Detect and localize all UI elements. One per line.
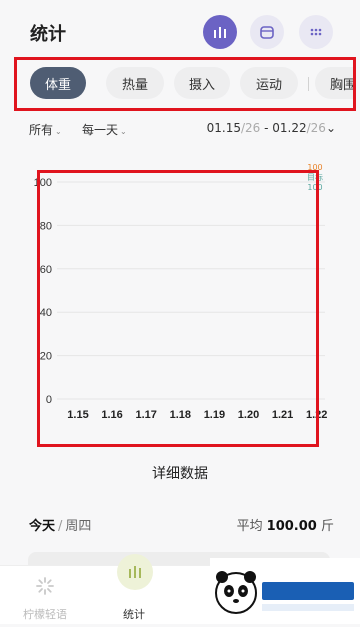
stats-view-button[interactable] [203,15,237,49]
detail-data-link[interactable]: 详细数据 [0,463,360,483]
x-tick-label: 1.15 [67,409,88,421]
y-tick-label: 0 [46,394,52,406]
calendar-icon [260,26,274,39]
today-label: 今天 / 周四 [29,519,92,534]
y-tick-label: 40 [40,307,52,319]
x-tick-label: 1.22 [306,409,327,421]
chevron-down-icon: ⌄ [55,127,62,136]
date-range-picker[interactable]: 01.15/26 - 01.22/26⌄ [207,121,336,135]
weight-chart: 0 20 40 60 80 100 1.15 1.16 1.17 1.18 1.19 1.20 1.2… [34,177,328,421]
calendar-view-button[interactable] [250,15,284,49]
app-header: 统计 [0,0,360,62]
tab-weight[interactable]: 体重 [30,67,86,99]
bar-chart-icon [214,27,226,38]
more-menu-button[interactable] [299,15,333,49]
tab-divider [308,77,309,91]
y-tick-label: 20 [40,351,52,363]
tab-exercise[interactable]: 运动 [240,67,298,99]
filter-bar: 所有 ⌄ 每一天 ⌄ 01.15/26 - 01.22/26⌄ [0,116,360,142]
period-dropdown[interactable]: 每一天 ⌄ [82,121,127,138]
tab-chest[interactable]: 胸围 [315,67,355,99]
tab-intake[interactable]: 摄入 [174,67,230,99]
y-tick-label: 60 [40,264,52,276]
panda-logo-icon [215,571,354,614]
chevron-down-icon: ⌄ [325,121,336,135]
x-tick-label: 1.21 [272,409,293,421]
bar-chart-icon [129,566,141,578]
tab-lemon-journal[interactable]: 柠檬轻语 [0,566,90,624]
x-tick-label: 1.19 [204,409,225,421]
x-tick-label: 1.18 [170,409,191,421]
scope-dropdown[interactable]: 所有 ⌄ [29,121,62,138]
x-tick-label: 1.16 [101,409,122,421]
grid-menu-icon [310,28,322,36]
summary-row: 今天 / 周四 平均 100.00 斤 [0,513,360,535]
sparkle-icon [36,577,54,595]
stats-tab-bubble [117,554,153,590]
watermark-logo [210,558,360,623]
tab-calories[interactable]: 热量 [106,67,164,99]
x-tick-label: 1.20 [238,409,259,421]
page-title: 统计 [30,24,66,45]
average-value: 平均 100.00 斤 [236,519,334,534]
x-tick-label: 1.17 [135,409,156,421]
chevron-down-icon: ⌄ [120,127,127,136]
metric-tab-bar: 体重 热量 摄入 运动 胸围 [15,58,355,110]
y-tick-label: 80 [40,220,52,232]
tab-statistics[interactable]: 统计 [89,554,179,624]
y-tick-label: 100 [34,177,52,189]
